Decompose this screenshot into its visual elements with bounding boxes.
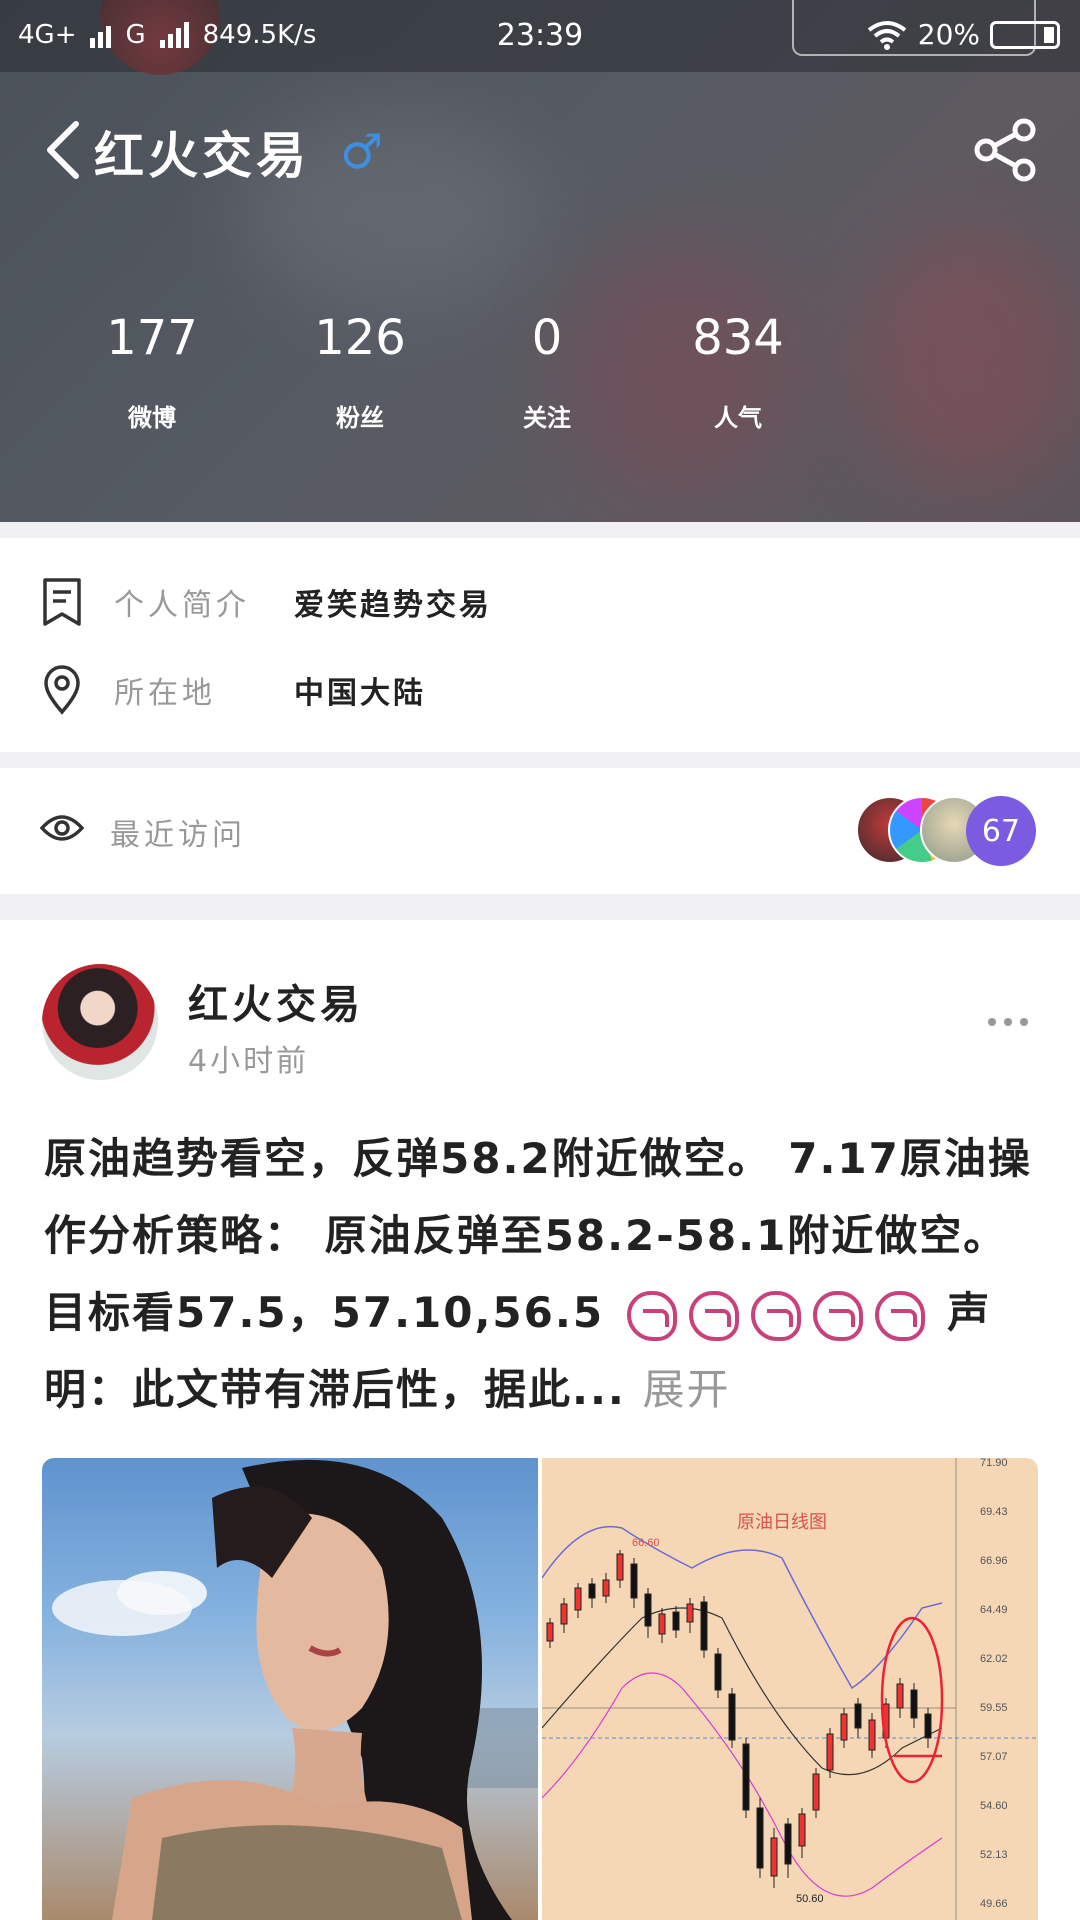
stat-label: 关注 [523,404,571,432]
stat-value: 834 [692,310,784,366]
male-gender-icon: ♂ [340,124,384,180]
top-nav: 红火交易 ♂ [0,108,1080,192]
stat-popularity: 834 人气 [658,310,818,433]
bio-icon [43,578,81,626]
stat-label: 粉丝 [336,404,384,432]
visitor-count-badge: 67 [966,796,1036,866]
bio-value: 爱笑趋势交易 [294,588,492,623]
profile-info-section: 个人简介 爱笑趋势交易 所在地 中国大陆 [0,538,1080,752]
post-time: 4小时前 [188,1044,310,1079]
stat-value: 177 [106,310,198,366]
chart-title: 原油日线图 [737,1512,827,1532]
stat-value: 0 [531,310,563,366]
avatar[interactable] [42,964,158,1080]
portrait-photo [52,1459,538,1920]
stat-weibo[interactable]: 177 微博 [72,310,232,433]
post-image-chart[interactable]: 原油日线图 71.90 69.43 66.96 64.49 62.02 59.5… [541,1458,1038,1920]
profile-header: 4G+ G 849.5K/s 23:39 20% 红火交易 ♂ 177 微博 1… [0,0,1080,522]
recent-visits-row[interactable]: 最近访问 67 [0,768,1080,894]
location-pin-icon [44,665,80,715]
flexed-biceps-icon [750,1290,801,1341]
candles [546,1550,932,1888]
chart-y-ticks: 71.90 69.43 66.96 64.49 62.02 59.55 57.0… [980,1458,1008,1910]
bio-row: 个人简介 爱笑趋势交易 [40,572,492,632]
flexed-biceps-icon [688,1290,739,1341]
divider [0,522,1080,538]
profile-name: 红火交易 [94,127,310,185]
location-row: 所在地 中国大陆 [40,660,426,720]
status-bar: 4G+ G 849.5K/s 23:39 20% [0,0,1080,75]
chart-low-label: 50.60 [796,1893,824,1905]
more-options-icon[interactable] [988,1018,1028,1026]
post-images: 原油日线图 71.90 69.43 66.96 64.49 62.02 59.5… [42,1458,1038,1920]
share-icon[interactable] [972,116,1040,184]
y-tick: 64.49 [980,1604,1008,1616]
flexed-biceps-icon [626,1290,677,1341]
battery-icon [990,20,1060,49]
eye-icon [40,815,84,841]
y-tick: 49.66 [980,1898,1008,1910]
y-tick: 54.60 [980,1800,1008,1812]
battery-percent: 20% [917,18,980,51]
expand-link[interactable]: 展开 [643,1365,731,1414]
profile-page: 4G+ G 849.5K/s 23:39 20% 红火交易 ♂ 177 微博 1… [0,0,1080,1920]
flexed-biceps-icon [874,1290,925,1341]
stat-following[interactable]: 0 关注 [467,310,627,433]
y-tick: 66.96 [980,1555,1008,1567]
post-image-portrait[interactable] [42,1458,538,1920]
post-author[interactable]: 红火交易 [188,972,364,1030]
stat-label: 人气 [714,404,762,432]
stat-value: 126 [314,310,406,366]
recent-visits-label: 最近访问 [110,818,246,853]
y-tick: 57.07 [980,1751,1008,1763]
y-tick: 69.43 [980,1506,1008,1518]
back-arrow-icon[interactable] [40,118,88,182]
post-content[interactable]: 原油趋势看空，反弹58.2附近做空。 7.17原油操作分析策略： 原油反弹至58… [44,1120,1036,1428]
stat-label: 微博 [128,404,176,432]
y-tick: 62.02 [980,1653,1008,1665]
background-blur [860,230,1080,490]
y-tick: 71.90 [980,1458,1008,1469]
y-tick: 52.13 [980,1849,1008,1861]
location-label: 所在地 [114,676,216,711]
location-value: 中国大陆 [294,676,426,711]
visitor-avatars: 67 [856,796,1036,866]
chart-high-label: 66.60 [632,1537,660,1549]
bio-label: 个人简介 [114,588,250,623]
divider [0,752,1080,768]
oil-daily-chart: 原油日线图 71.90 69.43 66.96 64.49 62.02 59.5… [541,1458,1038,1920]
wifi-icon [867,20,906,50]
y-tick: 59.55 [980,1702,1008,1714]
weibo-post: 红火交易 4小时前 原油趋势看空，反弹58.2附近做空。 7.17原油操作分析策… [0,920,1080,1920]
stat-fans[interactable]: 126 粉丝 [280,310,440,433]
divider [0,894,1080,920]
flexed-biceps-icon [812,1290,863,1341]
